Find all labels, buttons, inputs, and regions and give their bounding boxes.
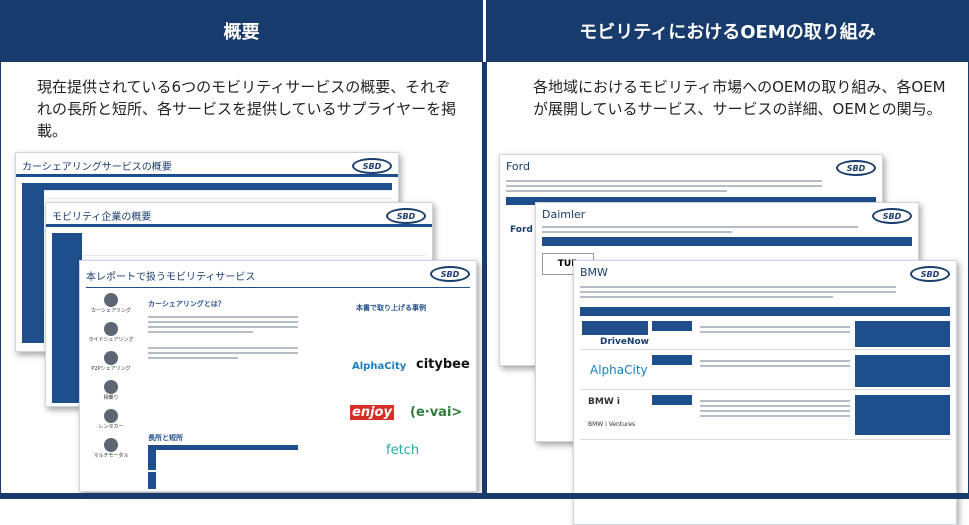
slide-bmw: BMW SBD DriveNow AlphaCity BMW i BMW i V… — [573, 260, 957, 525]
slide-accent-bar — [46, 224, 432, 227]
sidebar-item-ride-sharing: ライドシェアリング — [88, 337, 134, 343]
bmw-row-alphacity: AlphaCity — [580, 353, 950, 390]
citybee-logo: citybee — [416, 357, 470, 372]
right-header-title: モビリティにおけるOEMの取り組み — [579, 22, 876, 43]
p2p-sharing-icon — [104, 351, 118, 365]
slide-accent-bar — [16, 174, 398, 177]
rental-car-icon — [104, 409, 118, 423]
bmw-table-header — [580, 307, 950, 316]
car-sharing-question: カーシェアリングとは？ — [148, 300, 225, 308]
evai-logo: (e·vai> — [410, 405, 463, 420]
slide-title-bmw: BMW — [580, 266, 608, 279]
ride-sharing-icon — [104, 322, 118, 336]
bmw-row-ventures: BMW i BMW i Ventures — [580, 393, 950, 440]
bmw-row-drivenow: DriveNow — [580, 319, 950, 350]
sbd-logo: SBD — [430, 266, 470, 282]
bmw-ventures-logo: BMW i Ventures — [588, 421, 636, 428]
left-description: 現在提供されている6つのモビリティサービスの概要、それぞれの長所と短所、各サービ… — [37, 78, 457, 140]
alphacity-logo: AlphaCity — [590, 363, 648, 377]
left-header-title: 概要 — [223, 22, 260, 43]
alphacity-logo: AlphaCity — [352, 361, 407, 372]
sidebar-item-p2p-sharing: P2Pシェアリング — [91, 366, 131, 372]
slide-title-daimler: Daimler — [542, 208, 586, 221]
sidebar-item-rental-car: レンタカー — [98, 424, 124, 430]
sidebar-item-car-sharing: カーシェアリング — [91, 308, 131, 314]
sidebar-item-carpool: 相乗り — [103, 395, 119, 401]
slide-title: モビリティ企業の概要 — [52, 212, 152, 223]
sbd-logo: SBD — [910, 266, 950, 282]
right-header: モビリティにおけるOEMの取り組み — [486, 0, 969, 62]
left-panel: 現在提供されている6つのモビリティサービスの概要、それぞれの長所と短所、各サービ… — [0, 62, 483, 499]
fetch-logo: fetch — [386, 443, 420, 458]
drivenow-logo: DriveNow — [600, 337, 649, 347]
slide-title: カーシェアリングサービスの概要 — [22, 162, 172, 173]
enjoy-logo: enjoy — [350, 405, 394, 420]
right-panel: 各地域におけるモビリティ市場へのOEMの取り組み、各OEMが展開しているサービス… — [486, 62, 969, 525]
slide-title: 本レポートで扱うモビリティサービス — [86, 272, 256, 283]
sidebar-item-multimodal: マルチモーダル — [93, 453, 129, 459]
sbd-logo: SBD — [386, 208, 426, 224]
multimodal-icon — [104, 438, 118, 452]
bottom-bar — [0, 493, 969, 499]
car-sharing-icon — [104, 293, 118, 307]
ford-logo: Ford — [510, 225, 533, 235]
carpool-icon — [104, 380, 118, 394]
left-header: 概要 — [0, 0, 483, 62]
right-description: 各地域におけるモビリティ市場へのOEMの取り組み、各OEMが展開しているサービス… — [533, 78, 946, 118]
pros-cons-table — [148, 445, 298, 489]
sbd-logo: SBD — [872, 208, 912, 224]
pros-cons-label: 長所と短所 — [148, 434, 183, 442]
slide-title-ford: Ford — [506, 160, 530, 173]
service-sidebar: カーシェアリング ライドシェアリング P2Pシェアリング 相乗り レンタカー マ… — [88, 293, 134, 459]
sbd-logo: SBD — [352, 158, 392, 174]
description-lines — [148, 313, 298, 362]
featured-examples-label: 本書で取り上げる事例 — [356, 304, 426, 312]
slide-mobility-services: 本レポートで扱うモビリティサービス SBD カーシェアリング ライドシェアリング… — [79, 260, 477, 492]
sbd-logo: SBD — [836, 160, 876, 176]
